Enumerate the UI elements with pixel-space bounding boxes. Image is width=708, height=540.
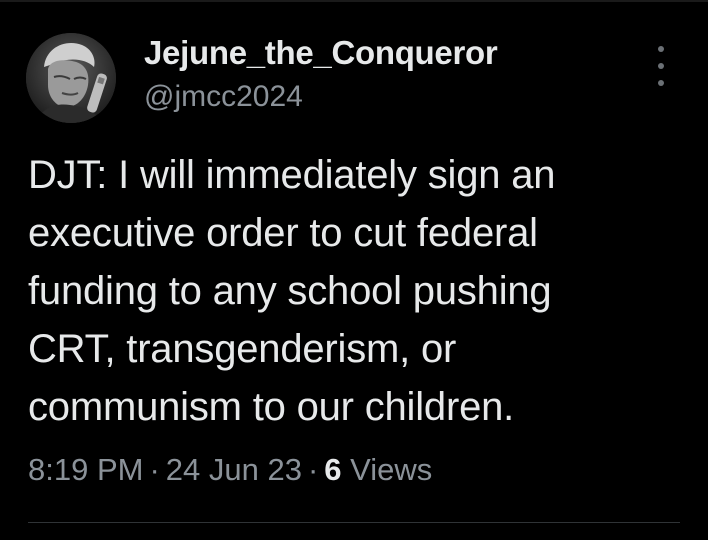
tweet-text-line: communism to our children. [28, 385, 515, 429]
tweet-text-line: funding to any school pushing [28, 269, 552, 313]
more-dot [658, 63, 664, 69]
tweet-card: Jejune_the_Conqueror @jmcc2024 DJT: I wi… [0, 0, 708, 540]
views-label: Views [350, 452, 433, 487]
author-handle[interactable]: @jmcc2024 [144, 80, 303, 114]
top-divider [0, 0, 708, 2]
views-count: 6 [324, 452, 342, 487]
more-vertical-icon[interactable] [650, 46, 672, 86]
tweet-date[interactable]: 24 Jun 23 [166, 452, 302, 487]
tweet-text: DJT: I will immediately sign an executiv… [28, 146, 668, 436]
profile-avatar[interactable] [26, 33, 116, 123]
avatar-image [26, 33, 116, 123]
bottom-divider [28, 522, 680, 523]
tweet-text-line: executive order to cut federal [28, 211, 538, 255]
author-display-name[interactable]: Jejune_the_Conqueror [144, 34, 498, 72]
tweet-text-line: CRT, transgenderism, or [28, 327, 457, 371]
tweet-meta: 8:19 PM · 24 Jun 23 · 6 Views [28, 452, 432, 488]
tweet-text-line: DJT: I will immediately sign an [28, 153, 556, 197]
more-dot [658, 80, 664, 86]
tweet-time[interactable]: 8:19 PM [28, 452, 143, 487]
more-dot [658, 46, 664, 52]
meta-separator: · [307, 452, 319, 487]
meta-separator: · [149, 452, 160, 487]
